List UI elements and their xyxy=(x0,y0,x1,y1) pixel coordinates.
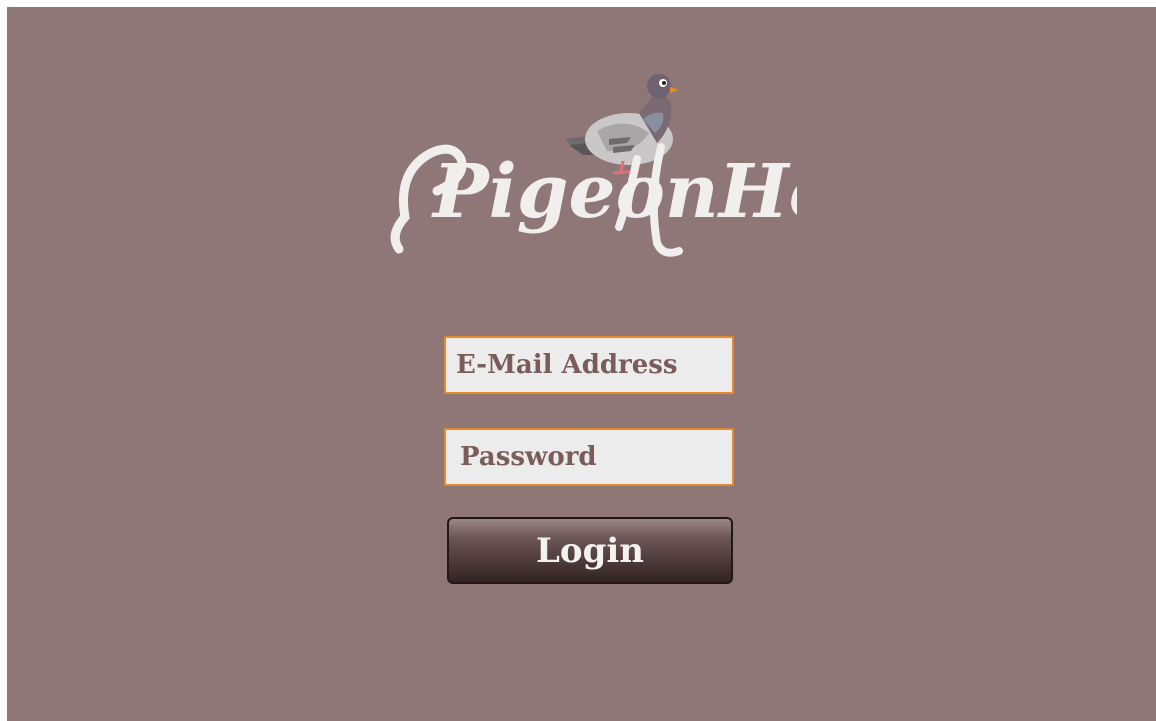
pigeonhole-logo: PigeonHole xyxy=(387,67,797,262)
email-field[interactable] xyxy=(444,336,734,394)
login-screen: PigeonHole Login xyxy=(7,7,1156,721)
logo-graphic: PigeonHole xyxy=(390,74,797,257)
login-button[interactable]: Login xyxy=(447,517,733,584)
logo-wordmark: PigeonHole xyxy=(431,149,797,235)
password-field[interactable] xyxy=(444,428,734,486)
